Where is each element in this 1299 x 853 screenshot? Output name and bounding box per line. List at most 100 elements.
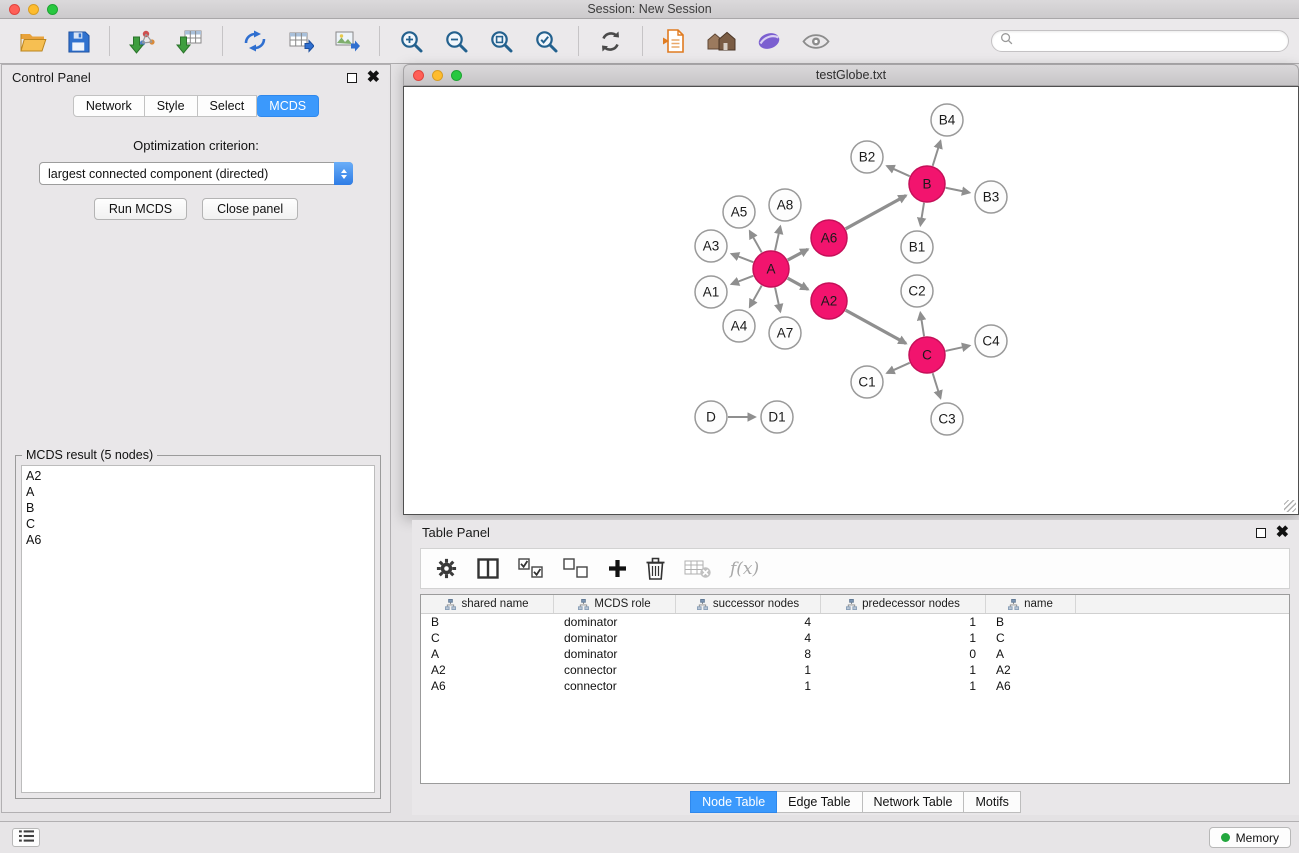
result-item[interactable]: A6 (26, 532, 374, 548)
float-table-panel-icon[interactable] (1256, 528, 1266, 538)
column-header-predecessor-nodes[interactable]: predecessor nodes (821, 595, 986, 613)
tab-motifs[interactable]: Motifs (964, 791, 1020, 813)
graph-edge-A-A4[interactable] (750, 286, 762, 307)
tab-edge-table[interactable]: Edge Table (777, 791, 862, 813)
zoom-fit-icon[interactable] (484, 27, 519, 56)
graph-node-A[interactable]: A (753, 251, 789, 287)
refresh-view-icon[interactable] (593, 27, 628, 56)
column-header-MCDS-role[interactable]: MCDS role (554, 595, 676, 613)
graph-node-A3[interactable]: A3 (695, 230, 727, 262)
graph-node-D[interactable]: D (695, 401, 727, 433)
home-view-icon[interactable] (701, 27, 741, 55)
close-panel-button[interactable]: Close panel (202, 198, 298, 220)
graph-edge-A-A6[interactable] (788, 249, 808, 260)
clone-network-icon[interactable] (237, 27, 273, 55)
graph-node-A5[interactable]: A5 (723, 196, 755, 228)
network-minimize-button[interactable] (432, 70, 443, 81)
column-header-shared-name[interactable]: shared name (421, 595, 554, 613)
network-window-titlebar[interactable]: testGlobe.txt (403, 64, 1299, 86)
tab-network[interactable]: Network (73, 95, 145, 117)
show-columns-icon[interactable] (477, 558, 499, 579)
graph-node-A8[interactable]: A8 (769, 189, 801, 221)
graph-edge-A2-C[interactable] (846, 310, 906, 343)
graph-node-B[interactable]: B (909, 166, 945, 202)
run-mcds-button[interactable]: Run MCDS (94, 198, 187, 220)
zoom-selected-icon[interactable] (529, 27, 564, 56)
optimization-criterion-dropdown[interactable]: largest connected component (directed) (39, 162, 353, 185)
export-table-icon[interactable] (283, 27, 319, 55)
graph-edge-B-B4[interactable] (933, 141, 941, 166)
table-row[interactable]: A6connector11A6 (421, 678, 1289, 694)
style-painter-icon[interactable] (751, 28, 787, 54)
column-header-successor-nodes[interactable]: successor nodes (676, 595, 821, 613)
graph-node-C3[interactable]: C3 (931, 403, 963, 435)
graph-edge-B-B2[interactable] (887, 166, 910, 176)
tab-select[interactable]: Select (198, 95, 258, 117)
graph-node-A7[interactable]: A7 (769, 317, 801, 349)
add-row-icon[interactable] (608, 559, 627, 578)
graph-edge-A6-B[interactable] (846, 196, 906, 229)
network-close-button[interactable] (413, 70, 424, 81)
table-row[interactable]: A2connector11A2 (421, 662, 1289, 678)
graph-node-C[interactable]: C (909, 337, 945, 373)
graph-node-A2[interactable]: A2 (811, 283, 847, 319)
mcds-result-list[interactable]: A2ABCA6 (21, 465, 375, 793)
graph-edge-A-A3[interactable] (732, 254, 754, 262)
close-window-button[interactable] (9, 4, 20, 15)
table-row[interactable]: Bdominator41B (421, 614, 1289, 630)
graph-node-A6[interactable]: A6 (811, 220, 847, 256)
zoom-window-button[interactable] (47, 4, 58, 15)
graph-edge-A-A1[interactable] (732, 276, 754, 284)
graph-node-C1[interactable]: C1 (851, 366, 883, 398)
graph-edge-B-B3[interactable] (946, 188, 970, 193)
export-image-icon[interactable] (329, 27, 365, 55)
minimize-window-button[interactable] (28, 4, 39, 15)
table-row[interactable]: Cdominator41C (421, 630, 1289, 646)
graph-edge-C-C2[interactable] (920, 313, 924, 336)
dropdown-stepper-icon[interactable] (334, 162, 353, 185)
graph-edge-A-A7[interactable] (775, 288, 780, 312)
tab-network-table[interactable]: Network Table (863, 791, 965, 813)
search-input[interactable] (1018, 34, 1288, 48)
table-row[interactable]: Adominator80A (421, 646, 1289, 662)
import-table-from-file-icon[interactable] (171, 27, 208, 56)
import-network-from-file-icon[interactable] (124, 27, 161, 56)
tab-node-table[interactable]: Node Table (690, 791, 777, 813)
show-graphics-details-icon[interactable] (797, 30, 835, 53)
tab-style[interactable]: Style (145, 95, 198, 117)
result-item[interactable]: C (26, 516, 374, 532)
resize-handle[interactable] (1284, 500, 1296, 512)
graph-edge-A-A5[interactable] (750, 231, 762, 252)
task-history-button[interactable] (12, 828, 40, 847)
network-canvas[interactable]: B4B2BB3A8A5A6A3B1AC2A1A2A4A7C4CC1DD1C3 (403, 86, 1299, 515)
zoom-in-icon[interactable] (394, 27, 429, 56)
delete-rows-icon[interactable] (646, 557, 665, 580)
graph-node-A4[interactable]: A4 (723, 310, 755, 342)
result-item[interactable]: A (26, 484, 374, 500)
graph-node-B4[interactable]: B4 (931, 104, 963, 136)
graph-edge-B-B1[interactable] (920, 203, 924, 226)
network-graph[interactable]: B4B2BB3A8A5A6A3B1AC2A1A2A4A7C4CC1DD1C3 (404, 87, 1298, 514)
float-panel-icon[interactable] (347, 73, 357, 83)
memory-button[interactable]: Memory (1209, 827, 1291, 848)
graph-node-A1[interactable]: A1 (695, 276, 727, 308)
result-item[interactable]: A2 (26, 468, 374, 484)
open-session-icon[interactable] (15, 28, 52, 55)
result-item[interactable]: B (26, 500, 374, 516)
graph-edge-C-C1[interactable] (887, 363, 910, 373)
search-box[interactable] (991, 30, 1289, 52)
open-document-icon[interactable] (657, 26, 691, 56)
delete-table-icon[interactable] (684, 558, 711, 579)
graph-node-B1[interactable]: B1 (901, 231, 933, 263)
graph-node-C2[interactable]: C2 (901, 275, 933, 307)
graph-node-D1[interactable]: D1 (761, 401, 793, 433)
select-all-rows-icon[interactable] (518, 558, 544, 579)
table-settings-icon[interactable] (435, 557, 458, 580)
network-zoom-button[interactable] (451, 70, 462, 81)
zoom-out-icon[interactable] (439, 27, 474, 56)
graph-edge-C-C4[interactable] (946, 346, 970, 351)
graph-edge-A-A2[interactable] (788, 278, 808, 289)
column-header-name[interactable]: name (986, 595, 1076, 613)
function-builder-icon[interactable]: f(x) (730, 559, 759, 579)
graph-node-B2[interactable]: B2 (851, 141, 883, 173)
